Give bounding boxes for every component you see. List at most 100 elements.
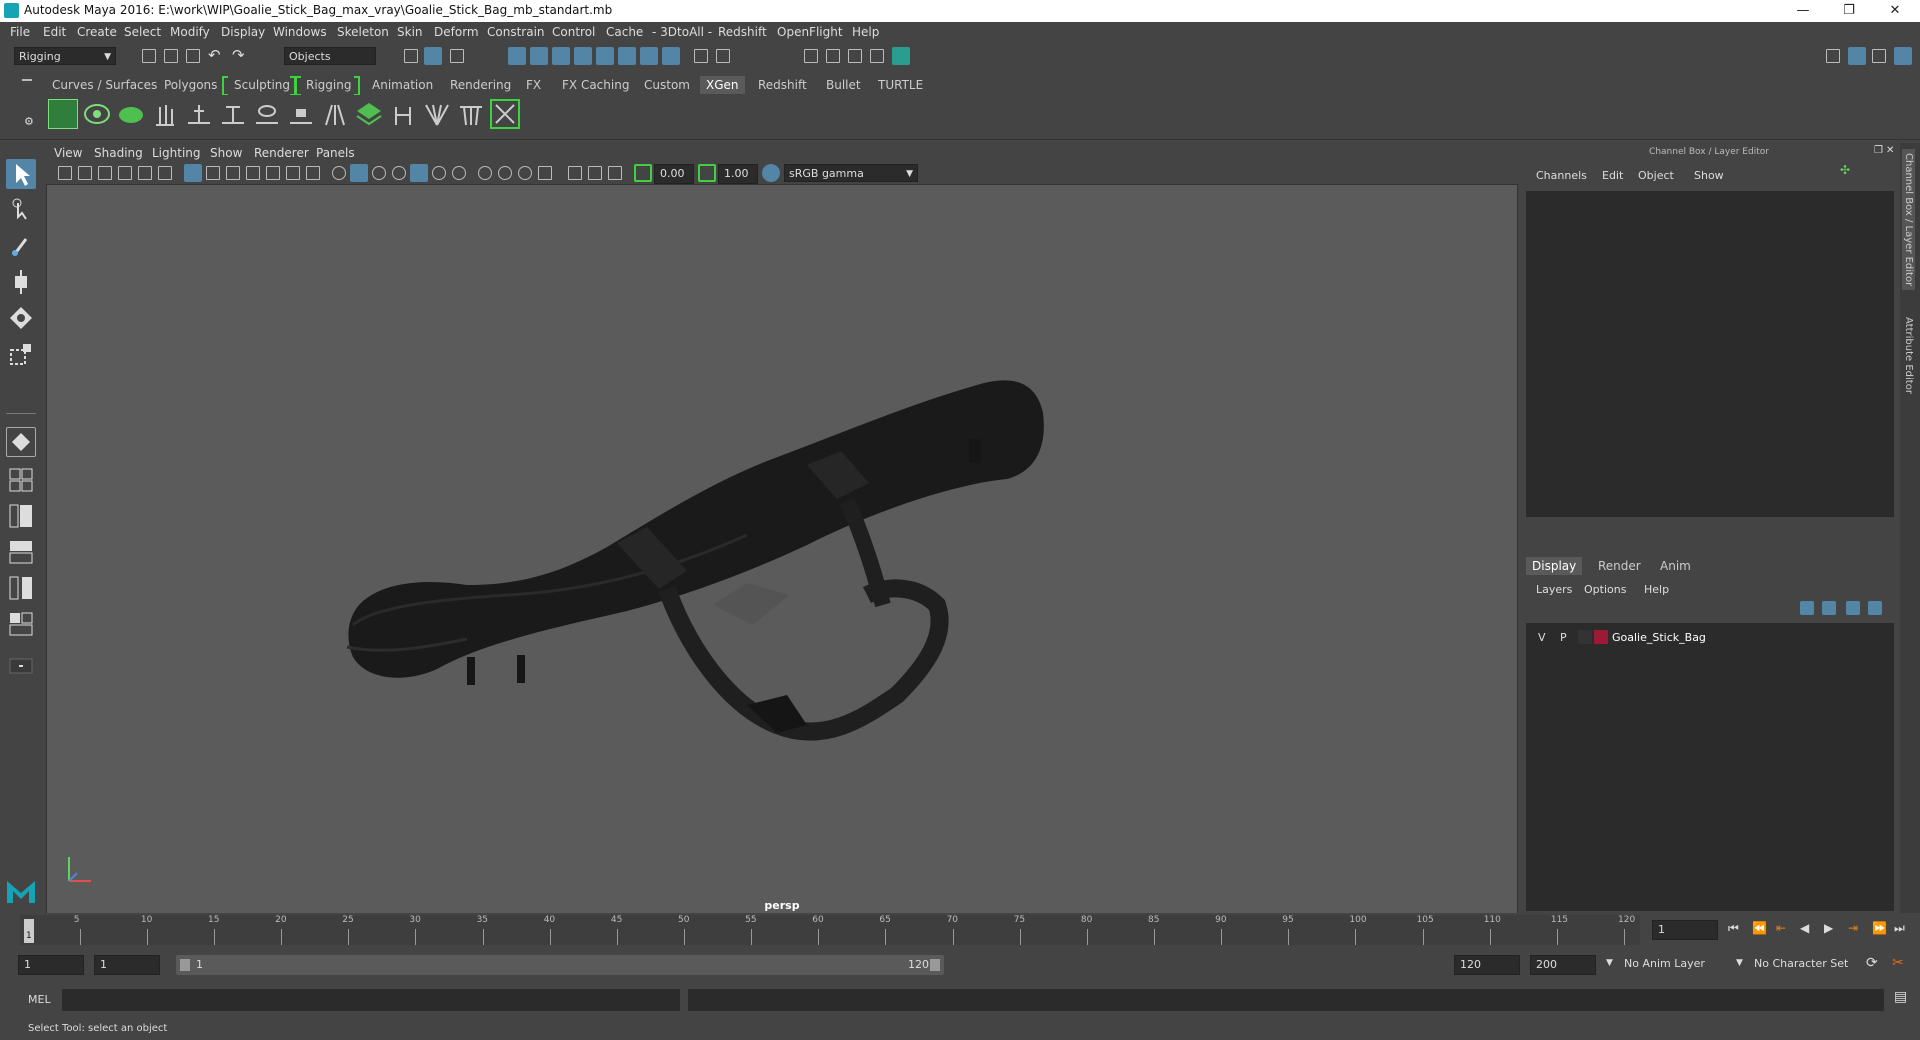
manipulator-icon[interactable]: ✣ [1840,163,1850,177]
field-chart-icon[interactable] [266,166,280,180]
guide-visibility-icon[interactable] [252,99,282,129]
menu-control[interactable]: Control [552,25,595,39]
snap-projected-icon[interactable] [574,47,592,65]
2d-pan-zoom-icon[interactable] [138,166,152,180]
exposure-icon[interactable] [634,164,652,182]
auto-key-icon[interactable]: ⟳ [1866,955,1878,971]
options-menu[interactable]: Options [1584,583,1626,596]
tab-fx[interactable]: FX [520,76,547,94]
menu-file[interactable]: File [10,25,30,39]
hypershade-icon[interactable] [892,47,910,65]
tab-sculpting[interactable]: Sculpting [228,76,296,94]
scale-tool-icon[interactable] [6,339,36,369]
menu-openflight[interactable]: OpenFlight [777,25,843,39]
toggle-attribute-editor-icon[interactable] [1894,47,1912,65]
chevron-down-icon[interactable]: ▼ [1736,958,1743,968]
menu-edit[interactable]: Edit [43,25,66,39]
viewport-menu-renderer[interactable]: Renderer [254,146,309,160]
goalie-stick-bag-model[interactable] [47,185,1517,913]
current-frame-field[interactable]: 1 [1652,920,1718,940]
range-slider[interactable]: 1 120 [176,955,944,975]
menu-create[interactable]: Create [77,25,117,39]
xray-icon[interactable] [568,166,582,180]
snap-live-icon[interactable] [618,47,636,65]
chevron-down-icon[interactable]: ▼ [1606,958,1613,968]
undo-icon[interactable]: ↶ [208,46,221,64]
select-camera-icon[interactable] [58,166,72,180]
tab-rigging[interactable]: Rigging [300,76,357,94]
menu-modify[interactable]: Modify [170,25,210,39]
guide-lock-icon[interactable] [286,99,316,129]
safe-title-icon[interactable] [306,166,320,180]
side-tab-attribute-editor[interactable]: Attribute Editor [1902,313,1915,398]
selection-mask-dropdown[interactable]: Objects [284,47,376,65]
tab-display[interactable]: Display [1526,557,1583,575]
tab-fx-caching[interactable]: FX Caching [556,76,635,94]
move-layer-up-icon[interactable] [1800,601,1814,615]
layer-name[interactable]: Goalie_Stick_Bag [1612,631,1706,644]
layer-color-swatch[interactable] [1594,630,1608,644]
time-slider[interactable]: 1 5 10 15 20 25 30 35 40 45 50 55 60 65 70 75 80 85 90 95 1… [0,913,1920,946]
scene-end-field[interactable]: 200 [1530,955,1596,975]
xgen-preview-icon[interactable] [490,99,520,129]
film-gate-icon[interactable] [206,166,220,180]
grooming-icon[interactable] [116,99,146,129]
depth-of-field-icon[interactable] [518,166,532,180]
select-component-icon[interactable] [450,49,464,63]
tab-xgen[interactable]: XGen [700,76,745,94]
render-frame-icon[interactable] [826,49,840,63]
redo-icon[interactable]: ↷ [232,46,245,64]
persp-outliner-layout-icon[interactable] [6,501,36,531]
gamma-icon[interactable] [698,164,716,182]
viewport-menu-lighting[interactable]: Lighting [152,146,201,160]
layer-reference-toggle[interactable] [1578,630,1592,644]
tab-custom[interactable]: Custom [638,76,696,94]
wireframe-icon[interactable] [332,166,346,180]
show-menu[interactable]: Show [1694,169,1724,182]
command-input[interactable] [62,989,680,1011]
gamma-field[interactable]: 1.00 [718,164,758,184]
use-all-lights-icon[interactable] [410,164,428,182]
menu-cache[interactable]: Cache [606,25,643,39]
persp-graph-layout-icon[interactable] [6,537,36,567]
toggle-tool-settings-icon[interactable] [1872,49,1886,63]
snap-help-icon[interactable] [662,47,680,65]
restore-button[interactable]: ❐ [1826,0,1872,22]
image-plane-icon[interactable] [118,166,132,180]
menu-3dtoall[interactable]: - 3DtoAll - [652,25,712,39]
bookmark-icon[interactable] [98,166,112,180]
save-scene-icon[interactable] [186,49,200,63]
resolution-gate-icon[interactable] [226,166,240,180]
tab-redshift[interactable]: Redshift [752,76,813,94]
camera-attributes-icon[interactable] [78,166,92,180]
snap-curve-icon[interactable] [530,47,548,65]
step-back-frame-icon[interactable]: ⏪ [1752,921,1767,935]
tab-turtle[interactable]: TURTLE [872,76,929,94]
motion-blur-icon[interactable] [478,166,492,180]
render-settings-icon[interactable] [870,49,884,63]
anim-layer-dropdown[interactable]: No Anim Layer [1620,955,1734,975]
paint-select-tool-icon[interactable] [6,231,36,261]
help-menu[interactable]: Help [1644,583,1669,596]
edit-menu[interactable]: Edit [1602,169,1623,182]
ipr-render-icon[interactable] [848,49,862,63]
open-scene-icon[interactable] [164,49,178,63]
time-slider-track[interactable]: 1 5 10 15 20 25 30 35 40 45 50 55 60 65 70 75 80 85 90 95 1… [20,915,1640,945]
go-to-start-icon[interactable]: ⏮ [1728,921,1739,936]
textured-icon[interactable] [392,166,406,180]
lock-icon[interactable] [694,49,708,63]
step-back-key-icon[interactable]: ⇤ [1776,921,1786,935]
menu-constrain[interactable]: Constrain [487,25,545,39]
select-hierarchy-icon[interactable] [404,49,418,63]
place-guide-icon[interactable] [150,99,180,129]
layer-row[interactable]: V P Goalie_Stick_Bag [1530,629,1890,647]
grid-icon[interactable] [184,164,202,182]
rotate-tool-icon[interactable] [6,303,36,333]
playback-end-field[interactable]: 120 [1454,955,1520,975]
menu-display[interactable]: Display [221,25,265,39]
range-end-handle[interactable] [930,959,940,971]
viewport-menu-view[interactable]: View [54,146,82,160]
menu-redshift[interactable]: Redshift [718,25,767,39]
animation-preferences-icon[interactable]: ✂ [1892,955,1904,971]
tab-curves-surfaces[interactable]: Curves / Surfaces [46,76,163,94]
